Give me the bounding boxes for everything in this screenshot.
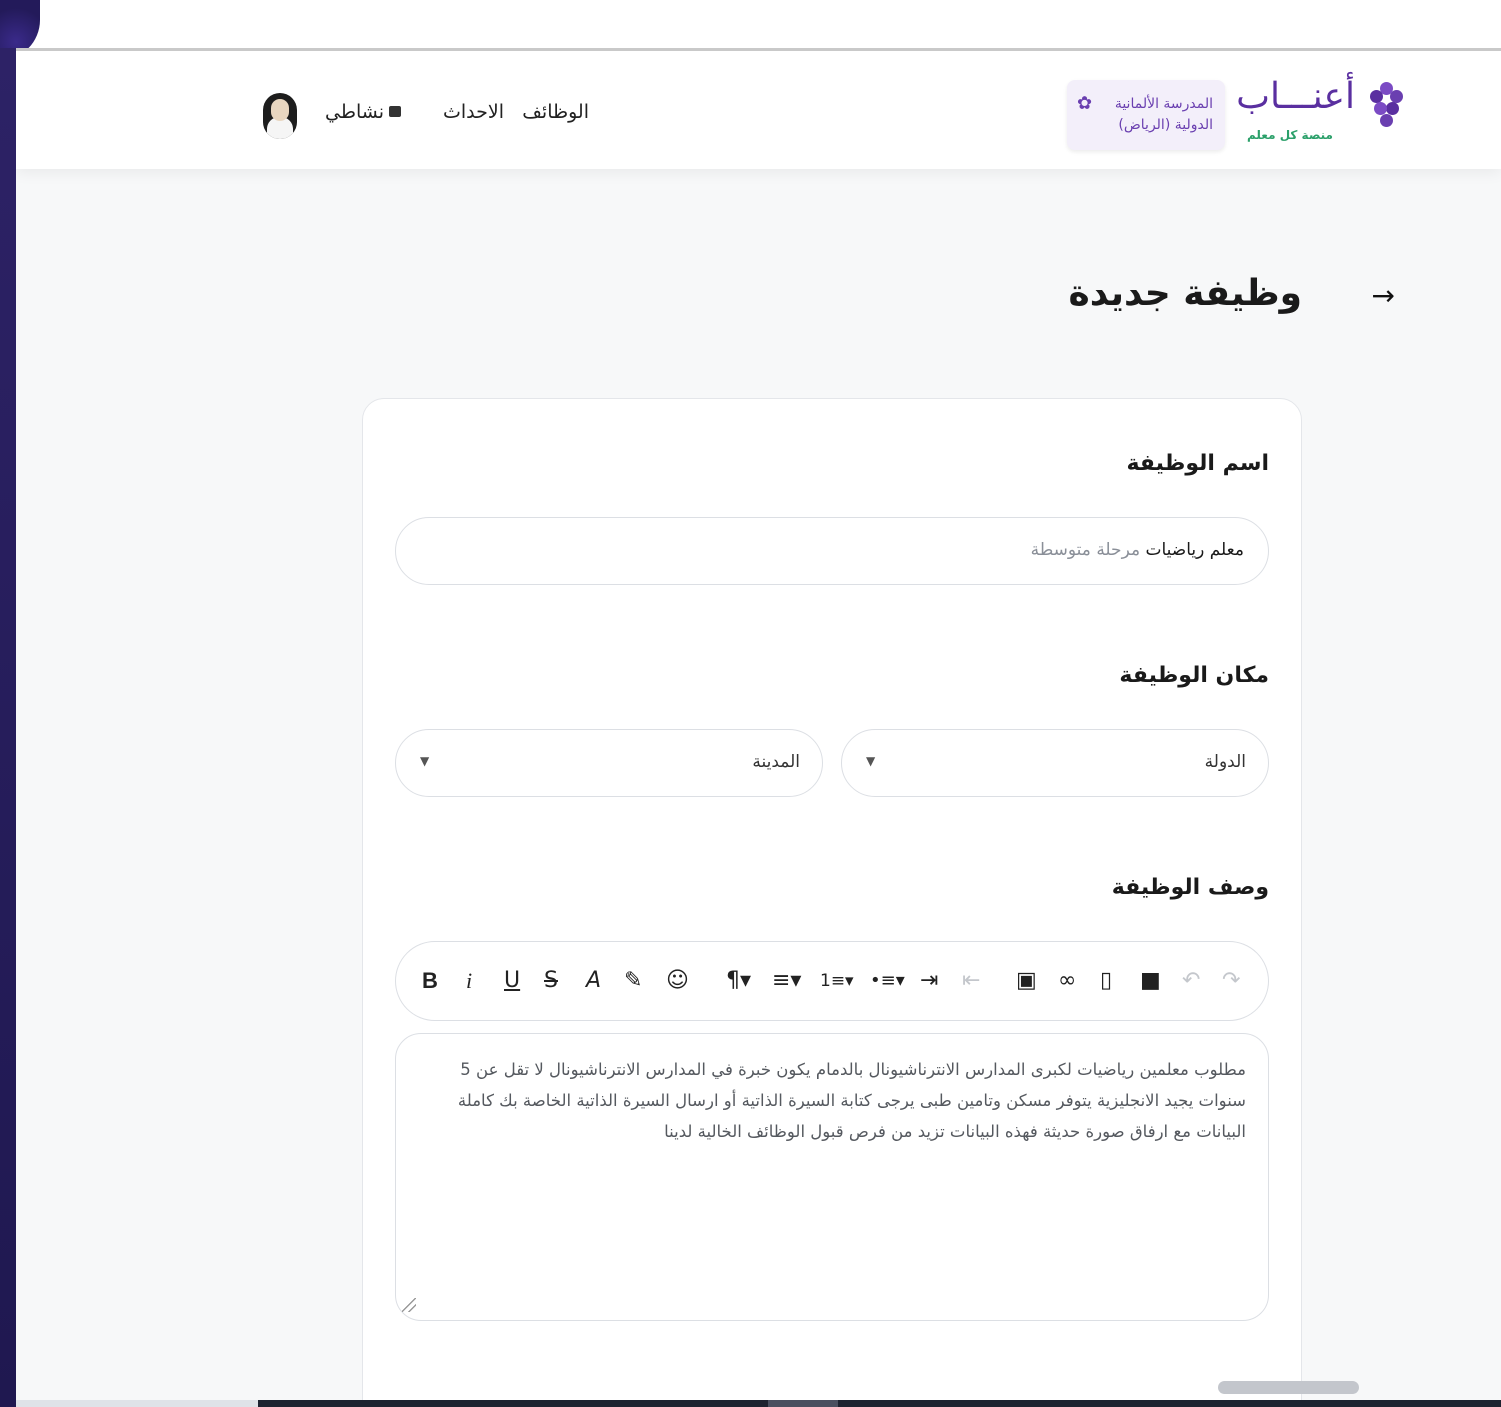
link-icon[interactable]: ∞: [1058, 966, 1076, 996]
editor-toolbar: B i U S A ✎ ☺ ¶▾ ≡▾ 1≡▾ •≡▾ ⇥ ⇤ ▣ ∞ ▯ ■ …: [395, 941, 1269, 1021]
underline-button[interactable]: U: [504, 966, 520, 996]
nav-jobs[interactable]: الوظائف: [522, 101, 589, 123]
logo-wordmark: أعنـــاب: [1236, 76, 1355, 117]
avatar[interactable]: [263, 93, 297, 139]
grapes-logo-icon: [1367, 82, 1403, 132]
nav-activity-label: نشاطي: [325, 101, 384, 123]
text-color-icon[interactable]: A: [586, 966, 601, 996]
page-title: وظيفة جديدة: [1068, 273, 1302, 314]
unordered-list-button[interactable]: •≡▾: [870, 966, 905, 996]
nav-activity[interactable]: نشاطي: [325, 101, 401, 123]
strikethrough-button[interactable]: S: [544, 966, 558, 996]
job-name-input[interactable]: معلم رياضيات مرحلة متوسطة: [395, 517, 1269, 585]
image-icon[interactable]: ▣: [1016, 966, 1037, 996]
outdent-icon[interactable]: ⇤: [962, 966, 980, 996]
align-button[interactable]: ≡▾: [772, 966, 801, 996]
app-window: أعنـــاب منصة كل معلم المدرسة الألمانية …: [16, 48, 1501, 1400]
description-text: مطلوب معلمين رياضيات لكبرى المدارس الانت…: [457, 1060, 1246, 1141]
job-name-label: اسم الوظيفة: [1126, 451, 1269, 476]
country-select[interactable]: الدولة ▼: [841, 729, 1269, 797]
brand-logo[interactable]: أعنـــاب منصة كل معلم: [1236, 76, 1403, 146]
arrow-right-icon[interactable]: →: [1372, 279, 1395, 312]
city-select-text: المدينة: [752, 752, 800, 772]
job-name-value: معلم رياضيات مرحلة متوسطة: [1030, 540, 1244, 560]
school-name: المدرسة الألمانية الدولية (الرياض): [1114, 96, 1213, 133]
job-description-label: وصف الوظيفة: [1111, 875, 1269, 900]
top-navbar: أعنـــاب منصة كل معلم المدرسة الألمانية …: [16, 51, 1501, 169]
gear-icon[interactable]: ✿: [1077, 95, 1093, 113]
logo-tagline: منصة كل معلم: [1247, 128, 1333, 142]
ordered-list-button[interactable]: 1≡▾: [820, 966, 854, 996]
nav-events[interactable]: الاحداث: [443, 101, 504, 123]
desktop-edge: [0, 48, 16, 1407]
redo-icon[interactable]: ↷: [1222, 966, 1240, 996]
job-location-label: مكان الوظيفة: [1119, 663, 1269, 688]
file-icon[interactable]: ▯: [1100, 966, 1112, 996]
horizontal-scrollbar[interactable]: [1218, 1381, 1359, 1394]
video-icon[interactable]: ■: [1140, 966, 1161, 996]
school-switcher[interactable]: المدرسة الألمانية الدولية (الرياض) ✿: [1067, 80, 1225, 150]
resize-handle[interactable]: [402, 1298, 416, 1312]
job-form-card: اسم الوظيفة معلم رياضيات مرحلة متوسطة مك…: [362, 398, 1302, 1400]
chevron-down-icon: ▼: [866, 754, 876, 768]
indent-icon[interactable]: ⇥: [920, 966, 938, 996]
city-select[interactable]: المدينة ▼: [395, 729, 823, 797]
highlight-icon[interactable]: ✎: [624, 966, 642, 996]
chevron-down-icon: ▼: [420, 754, 430, 768]
undo-icon[interactable]: ↶: [1182, 966, 1200, 996]
emoji-icon[interactable]: ☺: [666, 966, 689, 996]
taskbar: [16, 1400, 1501, 1407]
bold-button[interactable]: B: [422, 966, 438, 996]
italic-button[interactable]: i: [466, 966, 472, 996]
country-select-text: الدولة: [1204, 752, 1246, 772]
description-editor[interactable]: مطلوب معلمين رياضيات لكبرى المدارس الانت…: [395, 1033, 1269, 1321]
paragraph-format-button[interactable]: ¶▾: [726, 966, 751, 996]
browser-top-strip: [0, 0, 1501, 48]
briefcase-icon: [389, 106, 401, 117]
